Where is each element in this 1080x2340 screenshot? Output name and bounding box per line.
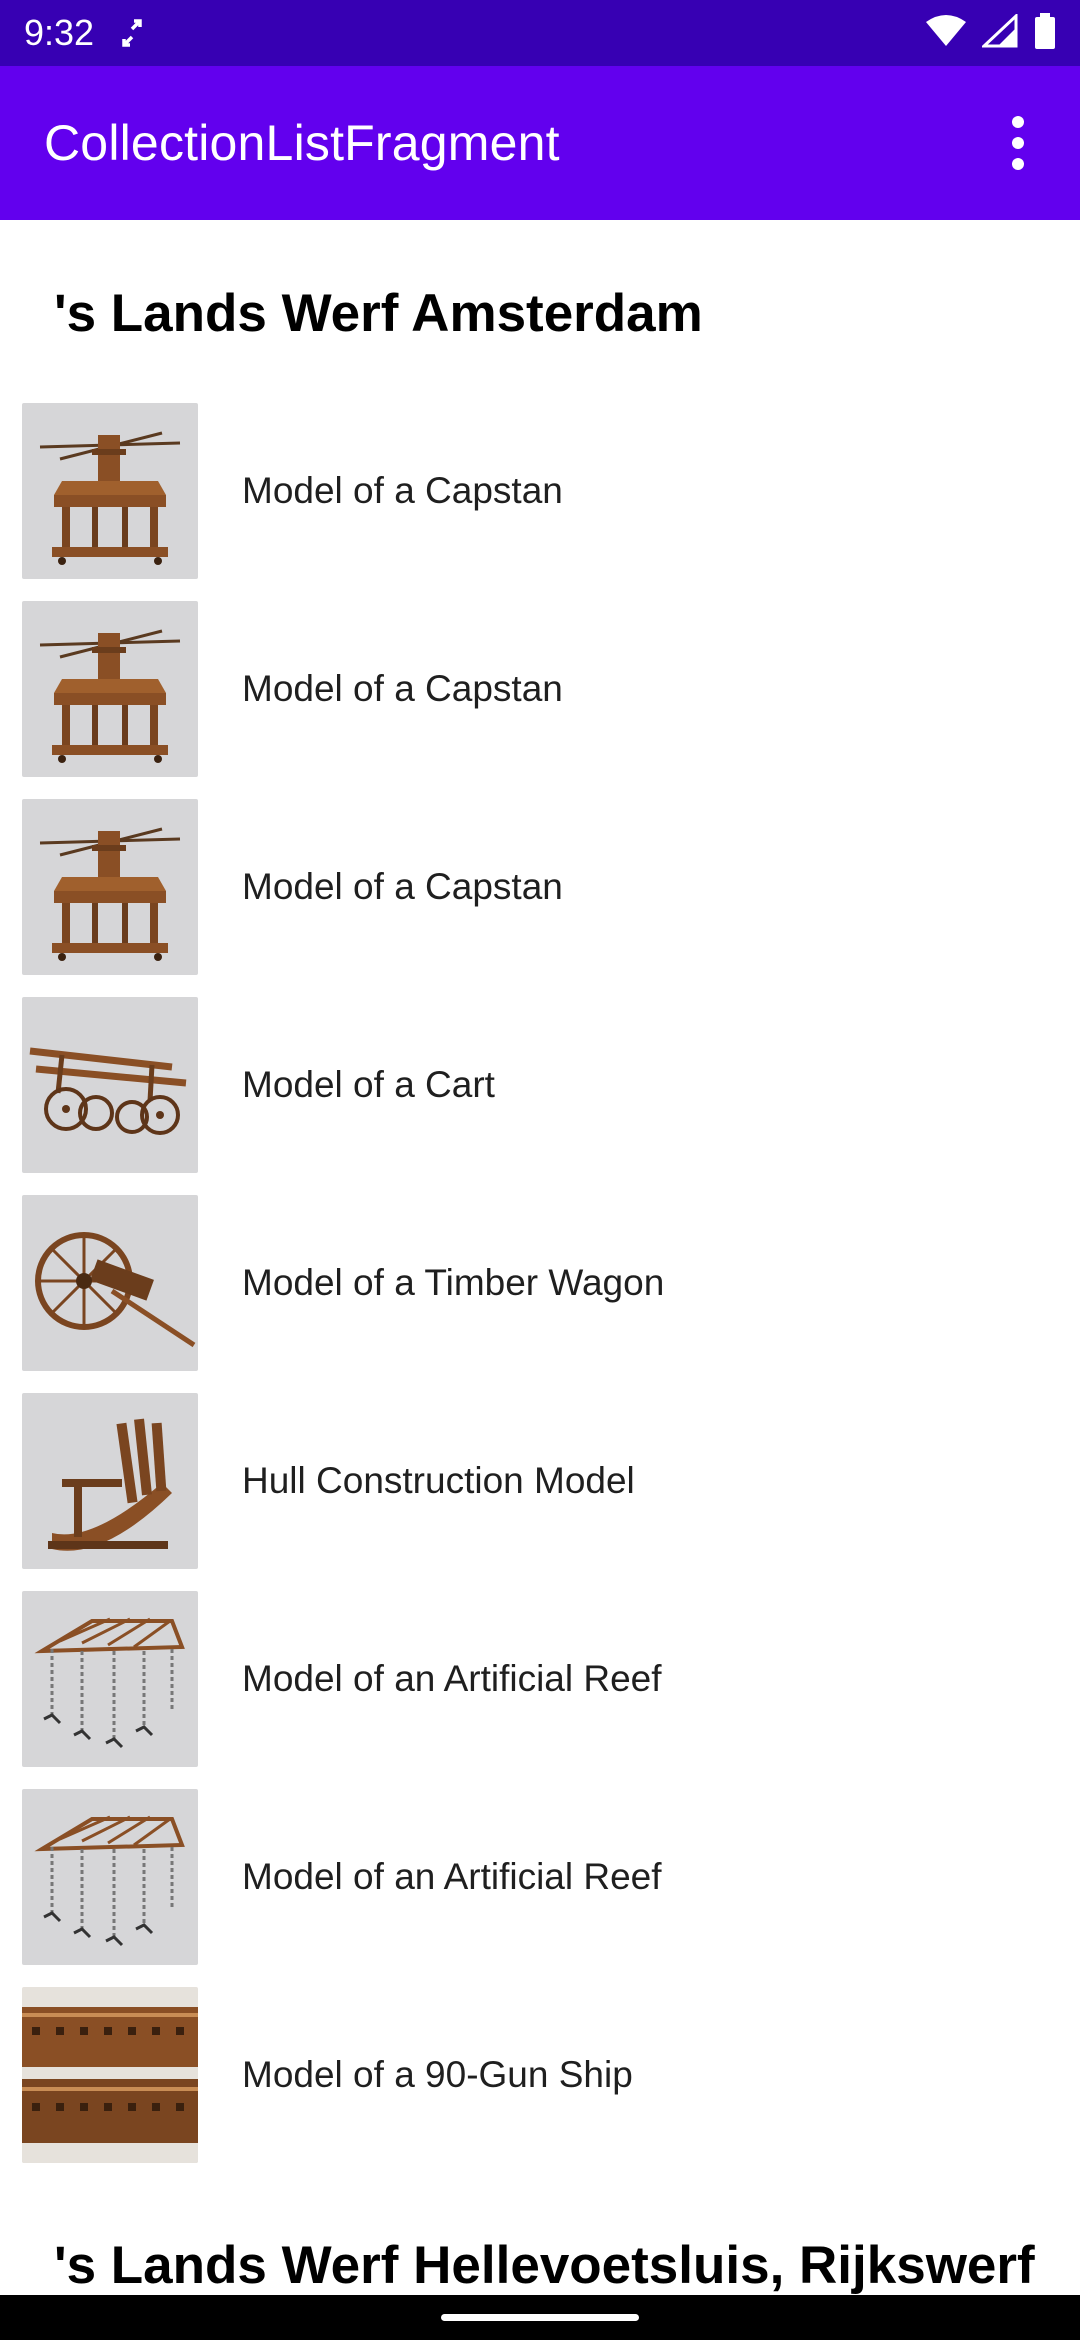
app-bar: CollectionListFragment [0, 66, 1080, 220]
list-item[interactable]: Model of an Artificial Reef [0, 1580, 1080, 1778]
item-label: Hull Construction Model [242, 1460, 635, 1501]
list-item[interactable]: Model of a Timber Wagon [0, 1184, 1080, 1382]
item-thumbnail [22, 1195, 198, 1371]
section-title: 's Lands Werf Hellevoetsluis, Rijkswerf [54, 2236, 1035, 2295]
overflow-menu-icon[interactable] [988, 103, 1048, 183]
item-label: Model of a Capstan [242, 866, 563, 907]
collection-list[interactable]: 's Lands Werf Amsterdam Model of a Capst… [0, 220, 1080, 2295]
item-thumbnail [22, 1789, 198, 1965]
list-item[interactable]: Model of a Capstan [0, 392, 1080, 590]
list-item[interactable]: Model of a Cart [0, 986, 1080, 1184]
signal-icon [980, 12, 1018, 53]
section-title: 's Lands Werf Amsterdam [54, 284, 703, 343]
item-label: Model of a 90-Gun Ship [242, 2054, 633, 2095]
item-thumbnail [22, 997, 198, 1173]
item-thumbnail [22, 1987, 198, 2163]
status-bar: 9:32 [0, 0, 1080, 66]
status-time: 9:32 [24, 12, 95, 53]
home-gesture-handle[interactable] [441, 2314, 639, 2321]
sync-icon [120, 15, 144, 51]
item-label: Model of an Artificial Reef [242, 1658, 662, 1699]
item-thumbnail [22, 403, 198, 579]
status-icons [926, 12, 1056, 54]
item-thumbnail [22, 601, 198, 777]
wifi-icon [926, 14, 966, 53]
list-item[interactable]: Model of a Capstan [0, 788, 1080, 986]
list-item[interactable]: Model of an Artificial Reef [0, 1778, 1080, 1976]
item-label: Model of a Timber Wagon [242, 1262, 665, 1303]
list-item[interactable]: Model of a 90-Gun Ship [0, 1976, 1080, 2174]
item-label: Model of a Cart [242, 1064, 495, 1105]
item-thumbnail [22, 799, 198, 975]
battery-icon [1034, 12, 1056, 54]
navigation-bar [0, 2295, 1080, 2340]
list-item[interactable]: Model of a Capstan [0, 590, 1080, 788]
app-title: CollectionListFragment [44, 115, 560, 171]
item-label: Model of a Capstan [242, 470, 563, 511]
item-label: Model of an Artificial Reef [242, 1856, 662, 1897]
list-item[interactable]: Hull Construction Model [0, 1382, 1080, 1580]
item-thumbnail [22, 1591, 198, 1767]
item-thumbnail [22, 1393, 198, 1569]
item-list: Model of a Capstan Model of a Capstan Mo… [0, 392, 1080, 2174]
item-label: Model of a Capstan [242, 668, 563, 709]
